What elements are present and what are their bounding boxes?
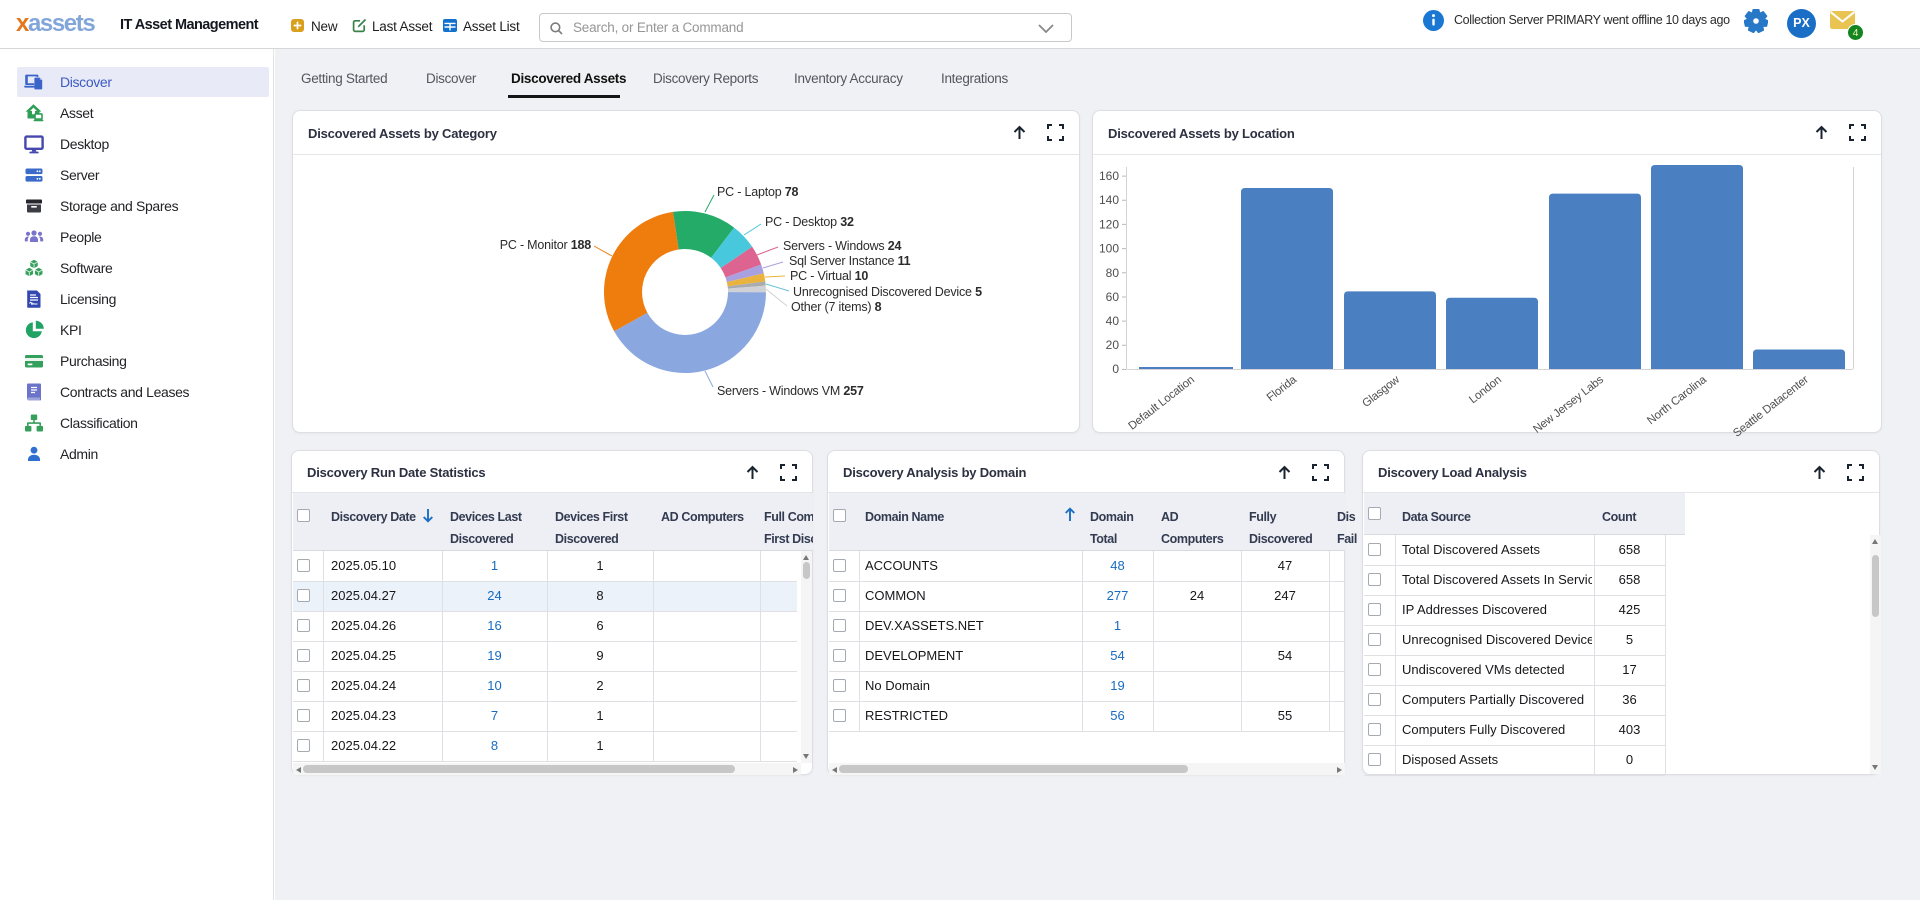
svg-text:PC - Desktop 32: PC - Desktop 32 xyxy=(765,215,854,229)
svg-text:Other (7 items) 8: Other (7 items) 8 xyxy=(791,300,882,314)
svg-text:80: 80 xyxy=(1106,266,1120,280)
svg-text:Servers - Windows 24: Servers - Windows 24 xyxy=(783,239,902,253)
svg-text:Sql Server Instance 11: Sql Server Instance 11 xyxy=(789,254,911,268)
svg-text:London: London xyxy=(1467,374,1504,406)
svg-text:120: 120 xyxy=(1099,217,1119,231)
svg-text:20: 20 xyxy=(1106,338,1120,352)
svg-text:160: 160 xyxy=(1099,169,1119,183)
svg-text:100: 100 xyxy=(1099,242,1119,256)
svg-text:North Carolina: North Carolina xyxy=(1645,373,1709,427)
svg-text:140: 140 xyxy=(1099,193,1119,207)
svg-text:0: 0 xyxy=(1112,362,1119,376)
svg-text:New Jersey Labs: New Jersey Labs xyxy=(1531,374,1606,436)
svg-text:Seattle Datacenter: Seattle Datacenter xyxy=(1731,374,1811,440)
svg-text:40: 40 xyxy=(1106,314,1120,328)
svg-text:Florida: Florida xyxy=(1265,373,1300,404)
svg-text:PC - Monitor 188: PC - Monitor 188 xyxy=(500,238,592,252)
svg-text:PC - Virtual 10: PC - Virtual 10 xyxy=(790,269,868,283)
svg-text:60: 60 xyxy=(1106,290,1120,304)
svg-text:Unrecognised Discovered Device: Unrecognised Discovered Device 5 xyxy=(793,285,982,299)
svg-text:PC - Laptop 78: PC - Laptop 78 xyxy=(717,185,799,199)
svg-text:Default Location: Default Location xyxy=(1126,374,1196,433)
svg-text:Servers - Windows VM 257: Servers - Windows VM 257 xyxy=(717,384,864,398)
svg-text:Glasgow: Glasgow xyxy=(1360,373,1402,410)
